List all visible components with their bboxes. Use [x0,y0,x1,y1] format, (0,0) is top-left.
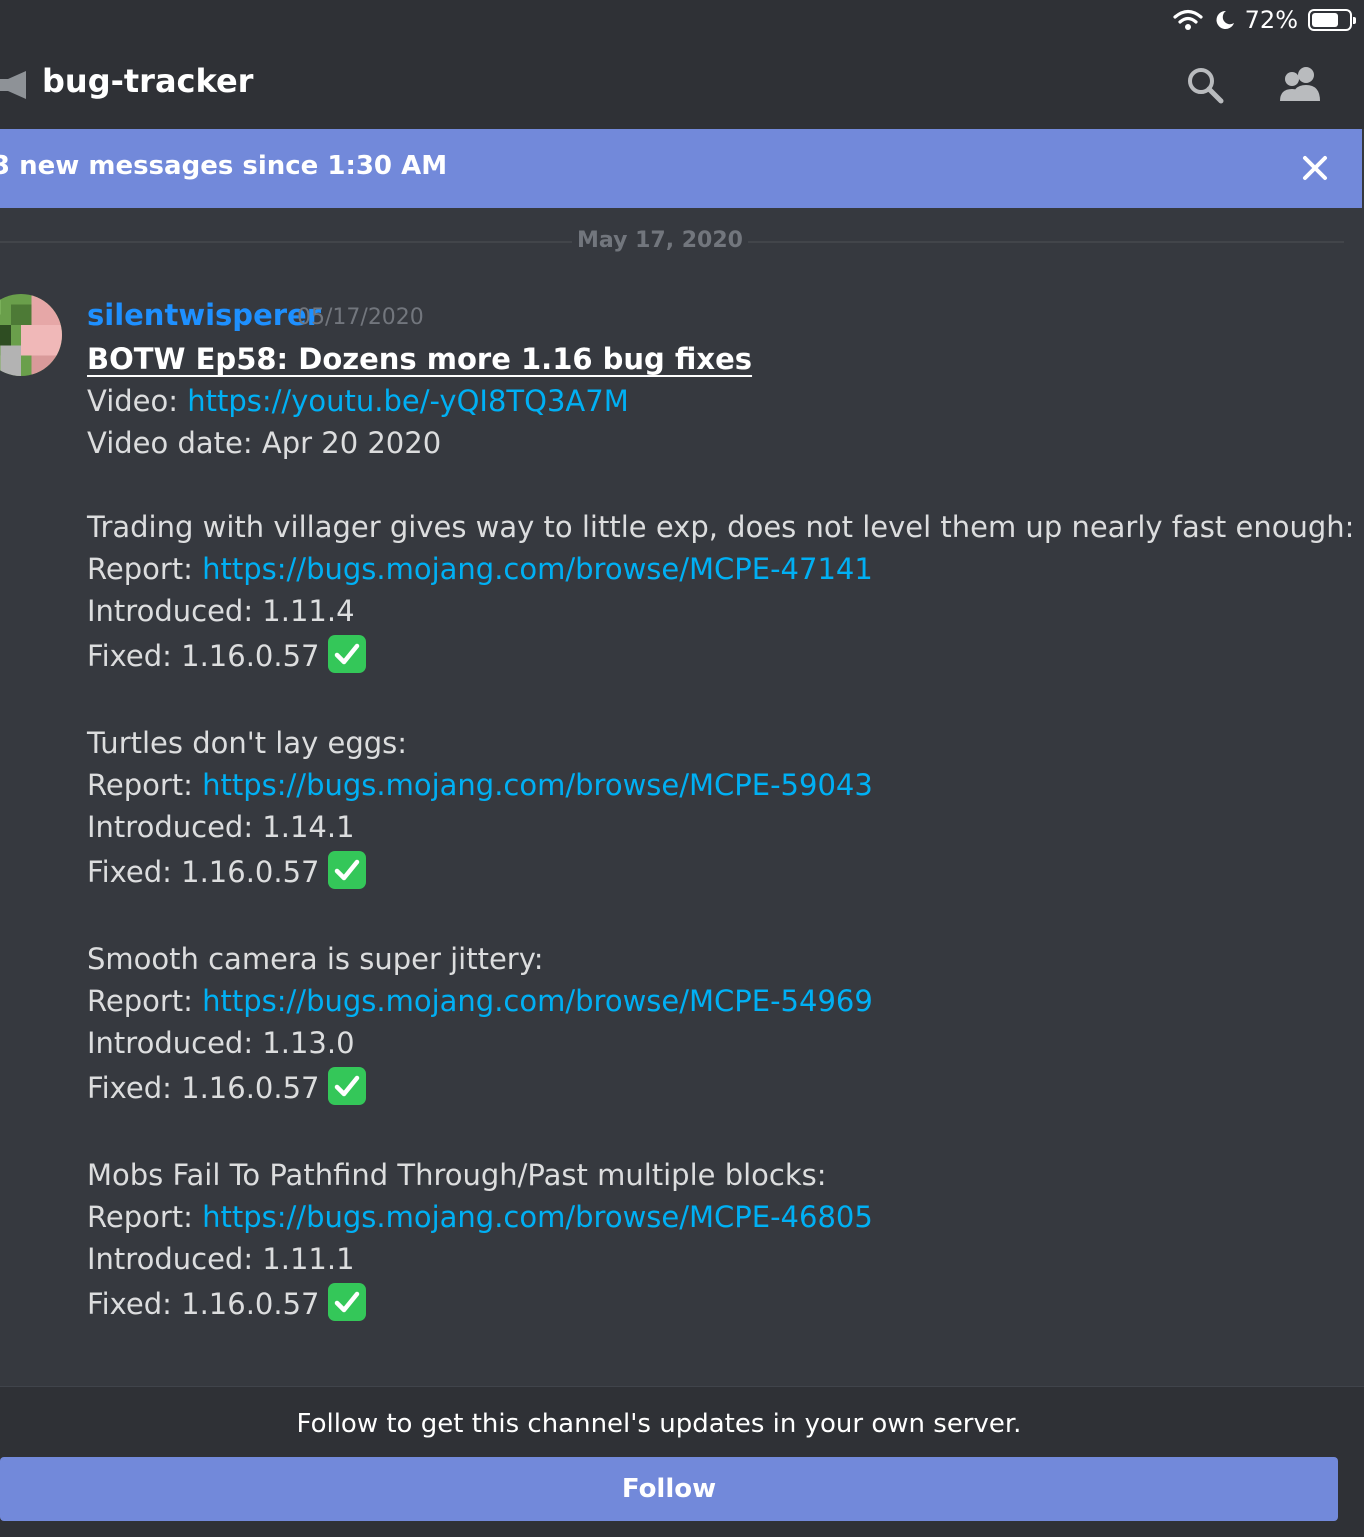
report-label: Report: [87,1200,203,1234]
battery-icon [1308,9,1356,31]
report-label: Report: [87,984,203,1018]
check-mark-icon [327,1283,366,1321]
check-mark-icon [327,1067,366,1105]
avatar[interactable] [0,294,62,376]
new-messages-banner[interactable]: 3 new messages since 1:30 AM [0,129,1362,208]
report-line: Report: https://bugs.mojang.com/browse/M… [87,764,1327,806]
moon-icon [1216,10,1234,29]
introduced-version: Introduced: 1.14.1 [87,810,355,844]
follow-footer: Follow to get this channel's updates in … [0,1386,1364,1537]
bug-title: Turtles don't lay eggs: [87,726,408,760]
date-divider: May 17, 2020 [577,228,743,253]
report-label: Report: [87,552,203,586]
status-bar: 72% [0,0,1364,40]
report-line: Report: https://bugs.mojang.com/browse/M… [87,980,1327,1022]
message-author[interactable]: silentwisperer [87,298,321,332]
message-content: BOTW Ep58: Dozens more 1.16 bug fixes Vi… [87,338,1355,1328]
report-line: Report: https://bugs.mojang.com/browse/M… [87,548,1327,590]
divider-line-left [0,241,572,243]
report-label: Report: [87,768,203,802]
fixed-line: Fixed: 1.16.0.57 [87,1280,1327,1328]
status-icons: 72% [1173,6,1356,34]
check-mark-icon [327,851,366,889]
fixed-version: Fixed: 1.16.0.57 [87,1071,320,1105]
video-link[interactable]: https://youtu.be/-yQI8TQ3A7M [187,384,628,418]
bug-title: Smooth camera is super jittery: [87,942,544,976]
bug-title: Mobs Fail To Pathfind Through/Past multi… [87,1158,827,1192]
close-icon [1303,156,1327,180]
report-link[interactable]: https://bugs.mojang.com/browse/MCPE-4680… [202,1200,873,1234]
fixed-version: Fixed: 1.16.0.57 [87,639,320,673]
members-button[interactable] [1276,60,1326,110]
fixed-version: Fixed: 1.16.0.57 [87,855,320,889]
message-timestamp: 05/17/2020 [297,305,424,330]
message-headline: BOTW Ep58: Dozens more 1.16 bug fixes [87,342,753,376]
fixed-line: Fixed: 1.16.0.57 [87,1064,1327,1112]
divider-line-right [748,241,1344,243]
follow-prompt: Follow to get this channel's updates in … [296,1409,1022,1439]
close-banner-button[interactable] [1298,151,1332,185]
search-icon [1188,68,1224,104]
video-label: Video: [87,384,188,418]
channel-header: bug-tracker [0,40,1364,129]
channel-name: bug-tracker [42,62,254,100]
megaphone-icon [0,71,26,99]
battery-percent: 72% [1244,6,1298,34]
introduced-version: Introduced: 1.13.0 [87,1026,355,1060]
introduced-version: Introduced: 1.11.4 [87,594,355,628]
video-date: Video date: Apr 20 2020 [87,426,442,460]
search-button[interactable] [1180,60,1230,110]
battery-level [1312,13,1338,27]
follow-button[interactable]: Follow [0,1457,1338,1521]
check-mark-icon [327,635,366,673]
fixed-version: Fixed: 1.16.0.57 [87,1287,320,1321]
introduced-version: Introduced: 1.11.1 [87,1242,355,1276]
new-messages-text: 3 new messages since 1:30 AM [0,151,448,181]
fixed-line: Fixed: 1.16.0.57 [87,632,1327,680]
members-icon [1280,67,1320,101]
video-line: Video: https://youtu.be/-yQI8TQ3A7M [87,380,1327,422]
report-link[interactable]: https://bugs.mojang.com/browse/MCPE-5496… [202,984,873,1018]
bug-title: Trading with villager gives way to littl… [87,510,1355,544]
wifi-icon [1173,9,1203,30]
report-link[interactable]: https://bugs.mojang.com/browse/MCPE-4714… [202,552,873,586]
fixed-line: Fixed: 1.16.0.57 [87,848,1327,896]
report-line: Report: https://bugs.mojang.com/browse/M… [87,1196,1327,1238]
creeper-avatar-icon [0,294,62,376]
report-link[interactable]: https://bugs.mojang.com/browse/MCPE-5904… [202,768,873,802]
